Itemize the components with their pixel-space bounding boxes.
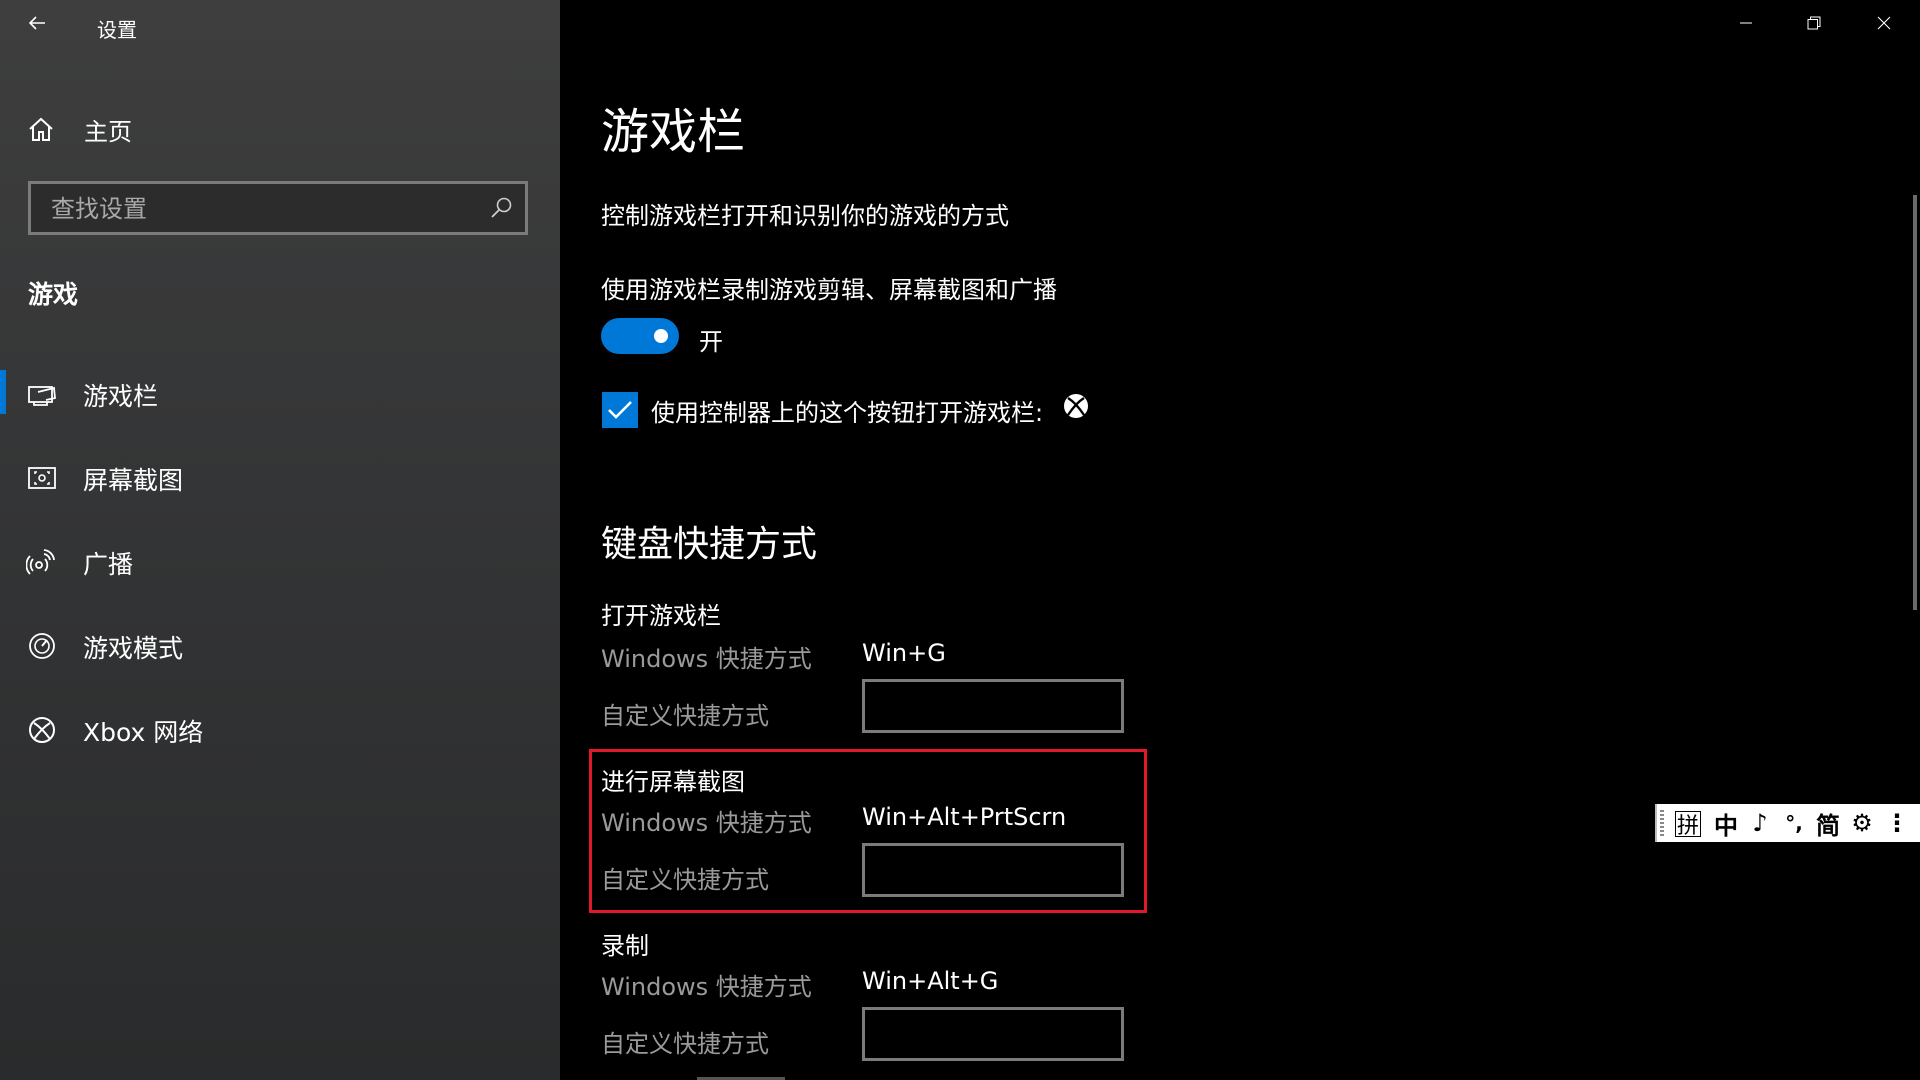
ime-grip-handle[interactable] — [1660, 810, 1664, 836]
game-bar-toggle[interactable] — [601, 318, 679, 354]
home-nav-item[interactable]: 主页 — [0, 104, 560, 152]
page-title: 游戏栏 — [601, 104, 746, 160]
windows-shortcut-value: Win+G — [862, 639, 946, 667]
shortcut-group-title: 录制 — [601, 932, 649, 960]
custom-shortcut-label: 自定义快捷方式 — [601, 1030, 769, 1058]
sidebar-item-screenshot[interactable]: 屏幕截图 — [0, 441, 560, 513]
ime-toolbar: 拼 中 ♪ °, 简 ⚙ ⋮ — [1655, 804, 1920, 842]
scrollbar-thumb[interactable] — [1913, 195, 1917, 610]
shortcut-group-title: 进行屏幕截图 — [601, 768, 745, 796]
search-input[interactable] — [49, 184, 473, 234]
custom-shortcut-label: 自定义快捷方式 — [601, 702, 769, 730]
shortcut-group-title: 打开游戏栏 — [601, 602, 721, 630]
sidebar-item-game-mode[interactable]: 游戏模式 — [0, 609, 560, 681]
windows-shortcut-value: Win+Alt+G — [862, 967, 999, 995]
ime-pinyin-button[interactable]: 拼 — [1675, 811, 1701, 839]
xbox-icon — [29, 717, 55, 743]
ime-settings-icon[interactable]: ⚙ — [1847, 808, 1877, 838]
window-title: 设置 — [97, 18, 137, 42]
keyboard-shortcuts-heading: 键盘快捷方式 — [601, 524, 818, 565]
selection-indicator — [0, 370, 6, 414]
sidebar-item-broadcast[interactable]: 广播 — [0, 525, 560, 597]
sidebar-item-label: Xbox 网络 — [83, 718, 204, 747]
sidebar-item-xbox-network[interactable]: Xbox 网络 — [0, 693, 560, 765]
toggle-state-label: 开 — [699, 328, 723, 356]
ime-simplified-button[interactable]: 简 — [1813, 808, 1843, 840]
sidebar-item-label: 游戏栏 — [83, 382, 159, 411]
windows-shortcut-value: Win+Alt+PrtScrn — [862, 803, 1067, 831]
minimize-button[interactable] — [1712, 0, 1780, 46]
sidebar-item-label: 广播 — [83, 550, 134, 579]
windows-shortcut-label: Windows 快捷方式 — [601, 645, 812, 673]
xbox-logo-icon — [1064, 394, 1088, 418]
ime-more-icon[interactable]: ⋮ — [1885, 808, 1909, 838]
restore-icon — [1807, 16, 1821, 30]
home-icon — [29, 117, 53, 141]
search-box[interactable] — [28, 181, 528, 235]
minimize-icon — [1740, 22, 1752, 24]
controller-button-checkbox[interactable] — [602, 392, 638, 428]
close-button[interactable] — [1850, 0, 1918, 46]
page-description: 控制游戏栏打开和识别你的游戏的方式 — [601, 202, 1009, 230]
screenshot-icon — [28, 467, 56, 489]
ime-chinese-mode-button[interactable]: 中 — [1711, 808, 1741, 840]
section-label: 游戏 — [28, 280, 79, 309]
broadcast-icon — [26, 549, 55, 575]
windows-shortcut-label: Windows 快捷方式 — [601, 809, 812, 837]
custom-shortcut-label: 自定义快捷方式 — [601, 866, 769, 894]
sidebar-item-label: 游戏模式 — [83, 634, 184, 663]
custom-shortcut-input-open-game-bar[interactable] — [862, 679, 1124, 733]
custom-shortcut-input-screenshot[interactable] — [862, 843, 1124, 897]
controller-button-label: 使用控制器上的这个按钮打开游戏栏: — [651, 399, 1044, 427]
toggle-knob — [654, 329, 668, 343]
sidebar: 设置 主页 游戏 游戏栏 屏幕截图 — [0, 0, 560, 1080]
search-icon[interactable] — [489, 196, 513, 220]
back-button[interactable] — [20, 6, 54, 40]
sidebar-item-game-bar[interactable]: 游戏栏 — [0, 357, 560, 429]
custom-shortcut-input-record[interactable] — [862, 1007, 1124, 1061]
ime-punctuation-button[interactable]: °, — [1779, 808, 1809, 838]
sidebar-item-label: 屏幕截图 — [83, 466, 184, 495]
home-label: 主页 — [84, 118, 132, 146]
restore-button[interactable] — [1780, 0, 1848, 46]
checkmark-icon — [608, 401, 632, 419]
game-bar-toggle-caption: 使用游戏栏录制游戏剪辑、屏幕截图和广播 — [601, 276, 1057, 304]
close-icon — [1877, 16, 1891, 30]
windows-shortcut-label: Windows 快捷方式 — [601, 973, 812, 1001]
back-arrow-icon — [28, 16, 45, 30]
game-mode-icon — [29, 633, 55, 659]
ime-moon-icon[interactable]: ♪ — [1745, 808, 1775, 838]
game-bar-icon — [28, 386, 56, 406]
